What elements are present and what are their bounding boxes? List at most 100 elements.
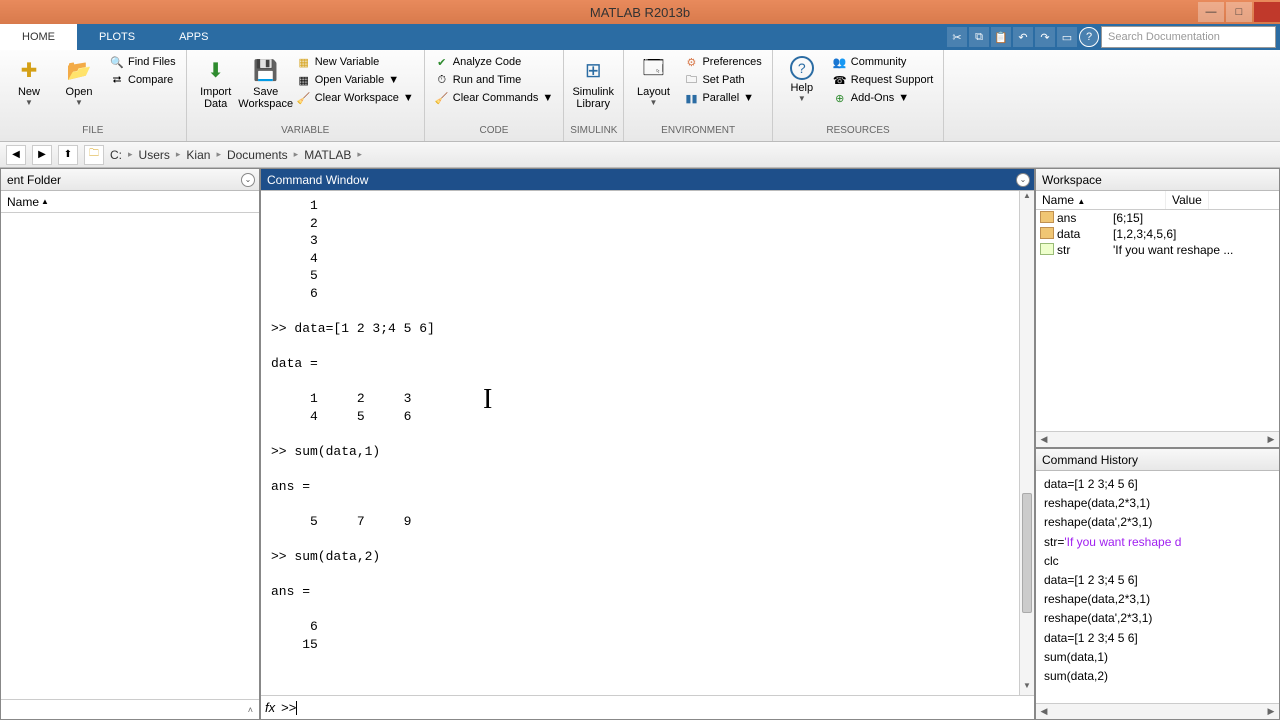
new-variable-button[interactable]: ▦New Variable [293,54,418,70]
history-item[interactable]: reshape(data',2*3,1) [1044,513,1271,532]
workspace-columns[interactable]: Name ▲ Value [1036,191,1279,210]
horizontal-scrollbar[interactable]: ◀ ▶ [1036,431,1279,447]
nav-forward-icon[interactable]: ▶ [32,145,52,165]
vertical-scrollbar[interactable]: ▲ ▼ [1019,191,1034,695]
panel-options-icon[interactable]: ⌄ [241,173,255,187]
variable-name: data [1057,227,1113,241]
workspace-row[interactable]: str'If you want reshape ... [1036,242,1279,258]
cut-icon[interactable]: ✂ [947,27,967,47]
compare-button[interactable]: ⮂Compare [106,72,180,88]
community-button[interactable]: 👥Community [829,54,938,70]
workspace-header[interactable]: Workspace [1036,169,1279,191]
variable-icon [1040,243,1054,255]
tab-apps[interactable]: APPS [157,24,230,50]
command-history-header[interactable]: Command History [1036,449,1279,471]
redo-icon[interactable]: ↷ [1035,27,1055,47]
gear-icon: ⚙ [684,55,698,69]
import-icon: ⬇ [202,56,230,84]
breadcrumb-segment[interactable]: Kian [186,148,210,162]
close-button[interactable] [1254,2,1280,22]
history-item[interactable]: sum(data,2) [1044,667,1271,686]
workspace-row[interactable]: data[1,2,3;4,5,6] [1036,226,1279,242]
chevron-down-icon: ▼ [743,92,754,104]
run-time-icon: ⏱ [435,73,449,87]
request-support-button[interactable]: ☎Request Support [829,72,938,88]
breadcrumb-segment[interactable]: C: [110,148,122,162]
preferences-button[interactable]: ⚙Preferences [680,54,765,70]
history-item[interactable]: data=[1 2 3;4 5 6] [1044,571,1271,590]
save-workspace-button[interactable]: 💾 Save Workspace [243,54,289,110]
history-item[interactable]: reshape(data,2*3,1) [1044,590,1271,609]
history-item[interactable]: data=[1 2 3;4 5 6] [1044,629,1271,648]
undo-icon[interactable]: ↶ [1013,27,1033,47]
sort-asc-icon: ▲ [1077,197,1085,206]
input-caret [296,701,297,715]
clear-commands-button[interactable]: 🧹Clear Commands ▼ [431,90,557,106]
simulink-library-button[interactable]: ⊞ Simulink Library [570,54,616,110]
import-data-button[interactable]: ⬇ Import Data [193,54,239,110]
open-button[interactable]: 📂 Open ▼ [56,54,102,107]
horizontal-scrollbar[interactable]: ◀ ▶ [1036,703,1279,719]
nav-back-icon[interactable]: ◀ [6,145,26,165]
workspace-row[interactable]: ans[6;15] [1036,210,1279,226]
ribbon-group-label: SIMULINK [570,125,617,141]
scroll-left-icon[interactable]: ◀ [1036,434,1052,445]
breadcrumb-segment[interactable]: Users [139,148,170,162]
history-item[interactable]: clc [1044,552,1271,571]
history-item[interactable]: data=[1 2 3;4 5 6] [1044,475,1271,494]
breadcrumb-separator-icon: ▸ [128,149,133,160]
command-history-list[interactable]: data=[1 2 3;4 5 6]reshape(data,2*3,1)res… [1036,471,1279,703]
parallel-button[interactable]: ▮▮Parallel ▼ [680,90,765,106]
chevron-down-icon: ▼ [25,98,33,107]
scroll-left-icon[interactable]: ◀ [1036,706,1052,717]
set-path-button[interactable]: 🗀Set Path [680,72,765,88]
help-button[interactable]: ? Help ▼ [779,54,825,103]
history-item[interactable]: reshape(data',2*3,1) [1044,609,1271,628]
command-window-output[interactable]: 1 2 3 4 5 6 >> data=[1 2 3;4 5 6] data =… [261,191,1034,695]
details-collapsed[interactable]: ˄ [1,699,259,719]
search-docs-input[interactable]: Search Documentation [1101,26,1276,48]
folder-name-column[interactable]: Name▲ [1,191,259,213]
current-folder-header[interactable]: ent Folder ⌄ [1,169,259,191]
breadcrumb-segment[interactable]: Documents [227,148,288,162]
scroll-right-icon[interactable]: ▶ [1263,434,1279,445]
paste-icon[interactable]: 📋 [991,27,1011,47]
scroll-up-icon[interactable]: ▲ [1020,191,1034,205]
windows-icon[interactable]: ▭ [1057,27,1077,47]
help-icon[interactable]: ? [1079,27,1099,47]
breadcrumb-segment[interactable]: MATLAB [304,148,351,162]
maximize-button[interactable]: □ [1226,2,1252,22]
history-item[interactable]: str='If you want reshape d [1044,533,1271,552]
current-folder-panel: ent Folder ⌄ Name▲ ˄ [0,168,260,720]
new-button[interactable]: ✚ New ▼ [6,54,52,107]
scroll-down-icon[interactable]: ▼ [1020,681,1034,695]
breadcrumb-separator-icon: ▸ [357,149,362,160]
nav-up-icon[interactable]: ⬆ [58,145,78,165]
copy-icon[interactable]: ⧉ [969,27,989,47]
path-icon: 🗀 [684,73,698,87]
folder-icon[interactable]: 🗀 [84,145,104,165]
breadcrumb-separator-icon: ▸ [294,149,299,160]
clear-workspace-button[interactable]: 🧹Clear Workspace ▼ [293,90,418,106]
tab-plots[interactable]: PLOTS [77,24,157,50]
scroll-right-icon[interactable]: ▶ [1263,706,1279,717]
open-variable-button[interactable]: ▦Open Variable ▼ [293,72,418,88]
community-icon: 👥 [833,55,847,69]
addons-icon: ⊕ [833,91,847,105]
breadcrumb[interactable]: C:▸Users▸Kian▸Documents▸MATLAB▸ [110,148,362,162]
tab-home[interactable]: HOME [0,24,77,50]
history-item[interactable]: sum(data,1) [1044,648,1271,667]
analyze-code-button[interactable]: ✔Analyze Code [431,54,557,70]
command-prompt[interactable]: fx >> [261,695,1034,719]
find-files-button[interactable]: 🔍Find Files [106,54,180,70]
minimize-button[interactable]: — [1198,2,1224,22]
panel-options-icon[interactable]: ⌄ [1016,173,1030,187]
run-and-time-button[interactable]: ⏱Run and Time [431,72,557,88]
add-ons-button[interactable]: ⊕Add-Ons ▼ [829,90,938,106]
variable-value: 'If you want reshape ... [1113,243,1275,257]
history-item[interactable]: reshape(data,2*3,1) [1044,494,1271,513]
layout-button[interactable]: 🗔 Layout ▼ [630,54,676,107]
scroll-thumb[interactable] [1022,493,1032,613]
command-history-panel: Command History data=[1 2 3;4 5 6]reshap… [1035,448,1280,720]
command-window-header[interactable]: Command Window ⌄ [261,169,1034,191]
